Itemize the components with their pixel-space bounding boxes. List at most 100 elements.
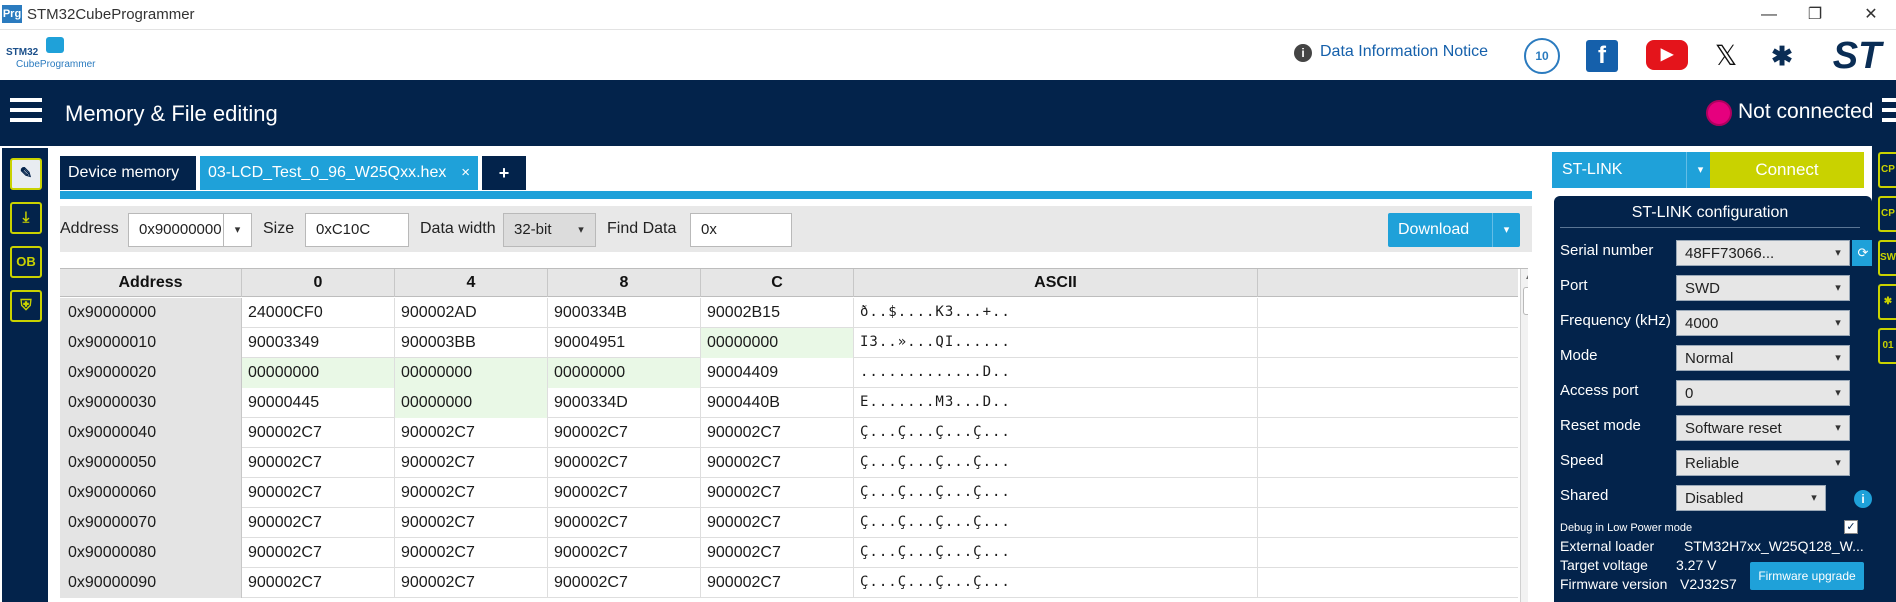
data-cell[interactable]: 900002C7 [701, 478, 854, 508]
ascii-cell[interactable]: I3..»...QI...... [854, 328, 1258, 358]
data-cell[interactable]: 00000000 [701, 328, 854, 358]
data-cell[interactable]: 900002C7 [701, 448, 854, 478]
speed-select[interactable]: Reliable ▾ [1676, 450, 1850, 476]
port-select[interactable]: SWD ▾ [1676, 275, 1850, 301]
ascii-cell[interactable]: ð..$....K3...+.. [854, 298, 1258, 328]
data-cell[interactable]: 900002C7 [242, 418, 395, 448]
ascii-cell[interactable]: Ç...Ç...Ç...Ç... [854, 508, 1258, 538]
data-cell[interactable]: 00000000 [395, 388, 548, 418]
settings-icon[interactable]: ✱ [1878, 284, 1896, 320]
chevron-down-icon[interactable]: ▾ [223, 214, 251, 246]
ascii-cell[interactable]: E.......M3...D.. [854, 388, 1258, 418]
firmware-upgrade-button[interactable]: Firmware upgrade [1750, 562, 1864, 590]
data-cell[interactable]: 00000000 [395, 358, 548, 388]
close-window-button[interactable]: ✕ [1848, 2, 1894, 28]
chevron-down-icon[interactable]: ▾ [1827, 416, 1849, 440]
chevron-down-icon[interactable]: ▾ [567, 214, 595, 246]
connect-button[interactable]: Connect [1710, 152, 1864, 188]
cp-icon[interactable]: CP [1878, 196, 1896, 232]
data-cell[interactable]: 900002C7 [242, 478, 395, 508]
close-tab-icon[interactable]: × [461, 156, 470, 190]
data-cell[interactable]: 00000000 [242, 358, 395, 388]
data-cell[interactable]: 900002C7 [395, 538, 548, 568]
ascii-cell[interactable]: Ç...Ç...Ç...Ç... [854, 478, 1258, 508]
data-cell[interactable]: 9000334B [548, 298, 701, 328]
erase-programming-download-icon[interactable]: ⤓ [10, 202, 42, 234]
shared-select[interactable]: Disabled ▾ [1676, 485, 1826, 511]
youtube-icon[interactable]: ▶ [1646, 40, 1688, 70]
tab-device-memory[interactable]: Device memory [60, 156, 196, 190]
ascii-cell[interactable]: .............D.. [854, 358, 1258, 388]
data-cell[interactable]: 900003BB [395, 328, 548, 358]
data-cell[interactable]: 900002C7 [395, 418, 548, 448]
data-cell[interactable]: 900002C7 [548, 508, 701, 538]
data-cell[interactable]: 00000000 [548, 358, 701, 388]
chevron-down-icon[interactable]: ▾ [1827, 311, 1849, 335]
ascii-cell[interactable]: Ç...Ç...Ç...Ç... [854, 568, 1258, 598]
address-combobox[interactable]: 0x90000000 ▾ [128, 213, 252, 247]
data-cell[interactable]: 9000334D [548, 388, 701, 418]
mode-select[interactable]: Normal ▾ [1676, 345, 1850, 371]
data-cell[interactable]: 900002C7 [701, 508, 854, 538]
option-bytes-icon[interactable]: OB [10, 246, 42, 278]
data-cell[interactable]: 900002C7 [548, 478, 701, 508]
debug-low-power-checkbox[interactable]: ✓ [1844, 520, 1858, 534]
scrollbar-thumb[interactable] [1523, 287, 1528, 315]
anniversary-badge-icon[interactable]: 10 [1524, 38, 1560, 74]
interface-select[interactable]: ST-LINK ▾ [1552, 152, 1714, 188]
x-twitter-icon[interactable]: 𝕏 [1708, 40, 1744, 72]
community-network-icon[interactable]: ✱ [1764, 40, 1800, 72]
data-cell[interactable]: 900002C7 [701, 538, 854, 568]
cube-programmer-icon[interactable]: CP [1878, 152, 1896, 188]
data-cell[interactable]: 900002C7 [242, 448, 395, 478]
download-options-chevron-icon[interactable]: ▾ [1492, 213, 1520, 247]
data-information-notice-link[interactable]: Data Information Notice [1320, 43, 1488, 61]
access-port-select[interactable]: 0 ▾ [1676, 380, 1850, 406]
data-cell[interactable]: 900002C7 [242, 538, 395, 568]
data-cell[interactable]: 900002C7 [242, 508, 395, 538]
data-cell[interactable]: 900002C7 [242, 568, 395, 598]
data-cell[interactable]: 900002C7 [701, 568, 854, 598]
vertical-scrollbar[interactable]: ▲ [1520, 269, 1528, 602]
shared-info-icon[interactable]: i [1854, 490, 1872, 508]
security-shield-icon[interactable]: ⛨ [10, 290, 42, 322]
data-cell[interactable]: 900002C7 [548, 568, 701, 598]
data-cell[interactable]: 90002B15 [701, 298, 854, 328]
scroll-up-icon[interactable]: ▲ [1524, 271, 1528, 282]
add-tab-button[interactable]: + [482, 156, 526, 190]
chevron-down-icon[interactable]: ▾ [1827, 241, 1849, 265]
memory-editing-pencil-icon[interactable]: ✎ [10, 158, 42, 190]
data-cell[interactable]: 90004409 [701, 358, 854, 388]
facebook-icon[interactable]: f [1586, 40, 1618, 72]
right-menu-icon[interactable] [1882, 98, 1896, 128]
maximize-button[interactable]: ❐ [1792, 2, 1838, 28]
data-cell[interactable]: 900002C7 [701, 418, 854, 448]
data-cell[interactable]: 900002C7 [395, 478, 548, 508]
reset-mode-select[interactable]: Software reset ▾ [1676, 415, 1850, 441]
chevron-down-icon[interactable]: ▾ [1827, 381, 1849, 405]
ascii-cell[interactable]: Ç...Ç...Ç...Ç... [854, 538, 1258, 568]
data-cell[interactable]: 90000445 [242, 388, 395, 418]
data-cell[interactable]: 900002C7 [548, 418, 701, 448]
data-cell[interactable]: 900002C7 [548, 538, 701, 568]
data-cell[interactable]: 900002AD [395, 298, 548, 328]
data-cell[interactable]: 9000440B [701, 388, 854, 418]
data-width-select[interactable]: 32-bit ▾ [503, 213, 596, 247]
refresh-icon[interactable]: ⟳ [1852, 240, 1874, 266]
menu-icon[interactable] [10, 98, 42, 126]
data-cell[interactable]: 90004951 [548, 328, 701, 358]
serial-number-select[interactable]: 48FF73066... ▾ [1676, 240, 1850, 266]
data-cell[interactable]: 900002C7 [548, 448, 701, 478]
ascii-cell[interactable]: Ç...Ç...Ç...Ç... [854, 448, 1258, 478]
download-button[interactable]: Download ▾ [1388, 213, 1520, 247]
data-cell[interactable]: 900002C7 [395, 508, 548, 538]
data-cell[interactable]: 24000CF0 [242, 298, 395, 328]
data-cell[interactable]: 900002C7 [395, 448, 548, 478]
binary-icon[interactable]: 01 [1878, 328, 1896, 364]
swv-icon[interactable]: SW [1878, 240, 1896, 276]
chevron-down-icon[interactable]: ▾ [1827, 346, 1849, 370]
size-input[interactable]: 0xC10C [305, 213, 409, 247]
find-data-input[interactable]: 0x [690, 213, 792, 247]
chevron-down-icon[interactable]: ▾ [1803, 486, 1825, 510]
ascii-cell[interactable]: Ç...Ç...Ç...Ç... [854, 418, 1258, 448]
